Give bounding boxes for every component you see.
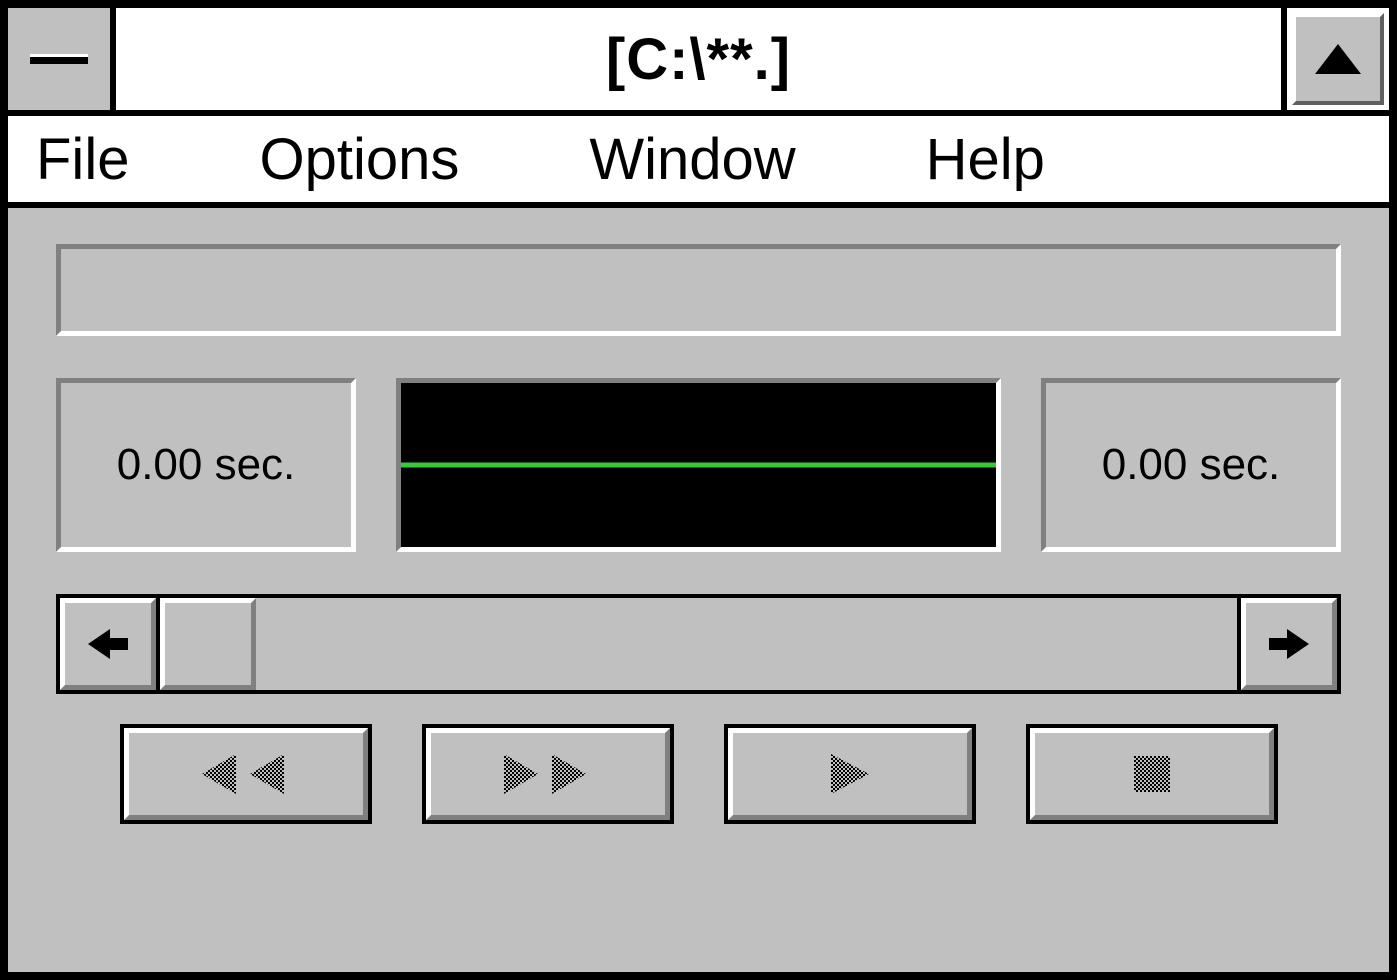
- arrow-right-icon: [1269, 627, 1309, 661]
- rewind-button[interactable]: [120, 724, 372, 824]
- menu-help[interactable]: Help: [926, 126, 1045, 193]
- play-icon: [825, 752, 875, 796]
- waveform-line: [401, 463, 996, 468]
- system-menu-icon: [30, 54, 88, 64]
- display-row: 0.00 sec. 0.00 sec.: [56, 378, 1341, 552]
- scroll-left-button[interactable]: [60, 598, 156, 690]
- stop-button[interactable]: [1026, 724, 1278, 824]
- title-bar: [C:\**.]: [8, 8, 1389, 116]
- menu-bar: File Options Window Help: [8, 116, 1389, 208]
- app-window: [C:\**.] File Options Window Help 0.00 s…: [0, 0, 1397, 980]
- maximize-icon: [1315, 44, 1361, 74]
- menu-options[interactable]: Options: [259, 126, 459, 193]
- menu-window[interactable]: Window: [589, 126, 795, 193]
- window-title: [C:\**.]: [116, 8, 1281, 110]
- scroll-thumb[interactable]: [160, 598, 256, 690]
- arrow-left-icon: [88, 627, 128, 661]
- rewind-icon: [198, 752, 294, 796]
- play-button[interactable]: [724, 724, 976, 824]
- fast-forward-icon: [500, 752, 596, 796]
- scroll-track[interactable]: [256, 598, 1237, 690]
- length-value: 0.00 sec.: [1102, 440, 1281, 490]
- filename-field: [56, 244, 1341, 336]
- playback-controls: [56, 724, 1341, 824]
- fast-forward-button[interactable]: [422, 724, 674, 824]
- waveform-display: [396, 378, 1001, 552]
- maximize-button[interactable]: [1281, 8, 1389, 110]
- system-menu-button[interactable]: [8, 8, 116, 110]
- length-readout: 0.00 sec.: [1041, 378, 1341, 552]
- seek-scrollbar[interactable]: [56, 594, 1341, 694]
- menu-file[interactable]: File: [36, 126, 129, 193]
- client-area: 0.00 sec. 0.00 sec.: [8, 208, 1389, 972]
- position-value: 0.00 sec.: [117, 440, 296, 490]
- position-readout: 0.00 sec.: [56, 378, 356, 552]
- scroll-right-button[interactable]: [1241, 598, 1337, 690]
- stop-icon: [1130, 752, 1174, 796]
